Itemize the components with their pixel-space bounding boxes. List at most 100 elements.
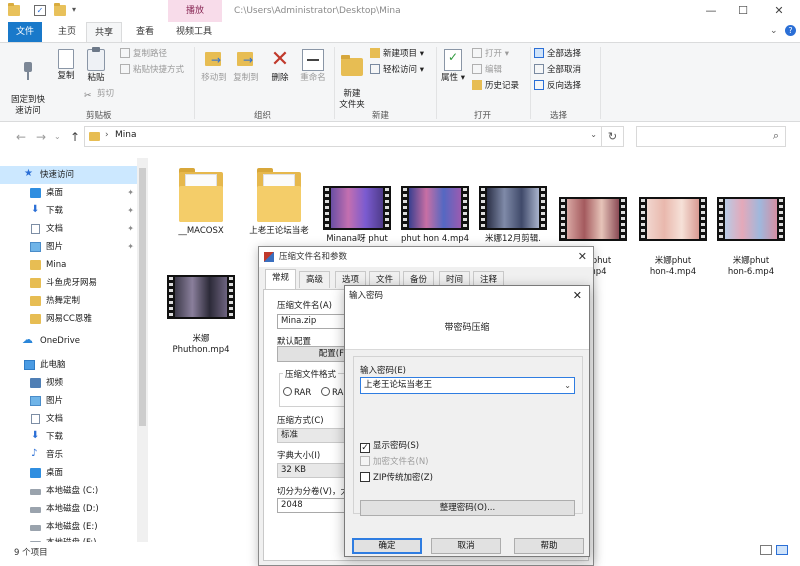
chevron-down-icon[interactable]: ⌄ — [564, 378, 571, 393]
star-icon: ★ — [24, 168, 33, 179]
nav-downloads[interactable]: ⬇ 下载 ✦ — [0, 202, 148, 220]
nav-this-pc[interactable]: 此电脑 — [0, 356, 148, 374]
context-tab-play[interactable]: 播放 — [168, 0, 222, 22]
file-item[interactable]: __MACOSX — [164, 160, 238, 237]
recent-dropdown-icon[interactable]: ⌄ — [54, 132, 61, 141]
zip-legacy-encryption-checkbox[interactable]: ZIP传统加密(Z) — [360, 471, 433, 483]
edit-button[interactable]: 编辑 — [472, 64, 502, 77]
nav-netease-cc[interactable]: 网易CC恩雅 — [0, 310, 148, 328]
nav-scrollbar-thumb[interactable] — [139, 168, 146, 426]
breadcrumb[interactable]: Mina — [115, 130, 137, 140]
rename-button[interactable]: 重命名 — [296, 49, 330, 84]
password-input[interactable]: 上老王论坛当老王 ⌄ — [360, 377, 575, 394]
nav-videos[interactable]: 视频 — [0, 374, 148, 392]
easy-access-button[interactable]: 轻松访问 ▾ — [370, 64, 424, 77]
minimize-button[interactable]: — — [696, 0, 726, 22]
ok-button[interactable]: 确定 — [352, 538, 422, 554]
nav-music[interactable]: ♪ 音乐 — [0, 446, 148, 464]
file-item[interactable]: phut hon 4.mp4 — [398, 174, 472, 245]
nav-pc-downloads[interactable]: ⬇ 下载 — [0, 428, 148, 446]
copy-to-button[interactable]: 复制到 — [230, 49, 262, 84]
compression-method-select[interactable]: 标准 — [277, 428, 347, 443]
profiles-button[interactable]: 配置(F — [277, 346, 347, 362]
encrypt-filenames-checkbox[interactable]: 加密文件名(N) — [360, 455, 429, 467]
search-input[interactable]: ⌕ — [636, 126, 786, 147]
cut-button[interactable]: ✂ 剪切 — [84, 88, 114, 101]
address-bar[interactable]: › Mina ⌄ — [84, 126, 602, 147]
close-button[interactable]: ✕ — [764, 0, 794, 22]
tab-view[interactable]: 查看 — [128, 22, 162, 42]
tab-home[interactable]: 主页 — [50, 22, 84, 42]
help-button[interactable]: 帮助 — [514, 538, 584, 554]
file-item[interactable]: 米娜 Phuthon.mp4 — [164, 252, 238, 367]
up-button[interactable]: ↑ — [70, 130, 80, 144]
group-separator — [334, 47, 335, 119]
tab-general[interactable]: 常规 — [265, 269, 297, 289]
open-button[interactable]: 打开 ▾ — [472, 48, 509, 61]
address-dropdown-icon[interactable]: ⌄ — [590, 130, 597, 139]
nav-douyu[interactable]: 斗鱼虎牙网易 — [0, 274, 148, 292]
delete-button[interactable]: ✕ 删除 — [266, 49, 294, 84]
tab-video-tools[interactable]: 视频工具 — [168, 22, 220, 42]
file-name: 上老王论坛当老 — [249, 226, 309, 236]
nav-drive-f[interactable]: 本地磁盘 (F:) — [0, 534, 148, 542]
details-view-icon[interactable] — [760, 545, 772, 555]
nav-pc-pictures[interactable]: 图片 — [0, 392, 148, 410]
password-close-button[interactable]: ✕ — [573, 286, 582, 306]
nav-onedrive[interactable]: ☁ OneDrive — [0, 332, 148, 350]
file-item[interactable]: 上老王论坛当老 — [242, 160, 316, 237]
copy-button[interactable]: 复制 — [52, 49, 80, 82]
back-button[interactable]: ← — [16, 130, 26, 144]
invert-selection-button[interactable]: 反向选择 — [534, 80, 581, 93]
tab-advanced[interactable]: 高级 — [299, 271, 331, 288]
new-folder-quick-icon[interactable] — [54, 3, 66, 16]
select-none-button[interactable]: 全部取消 — [534, 64, 581, 77]
nav-drive-d[interactable]: 本地磁盘 (D:) — [0, 500, 148, 518]
move-to-button[interactable]: 移动到 — [198, 49, 230, 84]
new-item-button[interactable]: 新建项目 ▾ — [370, 48, 424, 61]
nav-pc-desktop[interactable]: 桌面 — [0, 464, 148, 482]
nav-documents[interactable]: 文档 ✦ — [0, 220, 148, 238]
show-password-checkbox[interactable]: ✓ 显示密码(S) — [360, 439, 419, 453]
maximize-button[interactable]: ☐ — [728, 0, 758, 22]
dictionary-size-select[interactable]: 32 KB — [277, 463, 347, 478]
archive-dialog-title: 压缩文件名和参数 — [279, 252, 348, 262]
properties-quick-icon[interactable]: ✓ — [34, 5, 46, 16]
select-all-button[interactable]: 全部选择 — [534, 48, 581, 61]
tab-file[interactable]: 文件 — [8, 22, 43, 42]
checkbox-icon — [360, 472, 370, 482]
quick-access-dropdown-icon[interactable]: ▾ — [72, 5, 76, 14]
organize-passwords-button[interactable]: 整理密码(O)... — [360, 500, 575, 516]
file-item[interactable]: Minana呀 phut — [320, 174, 394, 245]
refresh-button[interactable]: ↻ — [602, 126, 624, 147]
file-item[interactable]: 米娜12月剪辑. — [476, 174, 550, 245]
new-folder-button[interactable]: 新建 文件夹 — [336, 47, 368, 111]
archive-name-input[interactable]: Mina.zip — [277, 314, 347, 329]
tab-share[interactable]: 共享 — [86, 22, 123, 43]
copy-path-button[interactable]: 复制路径 — [120, 48, 167, 61]
pictures-icon — [30, 396, 41, 406]
nav-quick-access[interactable]: ★ 快速访问 — [0, 166, 148, 184]
nav-pictures[interactable]: 图片 ✦ — [0, 238, 148, 256]
forward-button[interactable]: → — [36, 130, 46, 144]
properties-button[interactable]: 属性 ▾ — [440, 49, 466, 84]
file-item[interactable]: 米娜phut hon-6.mp4 — [714, 174, 788, 289]
nav-desktop[interactable]: 桌面 ✦ — [0, 184, 148, 202]
large-icons-view-icon[interactable] — [776, 545, 788, 555]
archive-close-button[interactable]: ✕ — [578, 247, 587, 267]
format-rar-radio[interactable]: RAR — [283, 387, 311, 398]
help-icon[interactable]: ? — [785, 25, 796, 36]
paste-button[interactable]: 粘贴 — [82, 47, 110, 84]
pin-quick-access-button[interactable]: 固定到快 速访问 — [6, 49, 50, 117]
file-item[interactable]: 米娜phut hon-4.mp4 — [636, 174, 710, 289]
ribbon-collapse-icon[interactable]: ⌄ — [770, 26, 778, 36]
nav-mina[interactable]: Mina — [0, 256, 148, 274]
nav-dance[interactable]: 热舞定制 — [0, 292, 148, 310]
split-volumes-input[interactable]: 2048 — [277, 498, 347, 513]
cancel-button[interactable]: 取消 — [431, 538, 501, 554]
history-button[interactable]: 历史记录 — [472, 80, 519, 93]
nav-drive-c[interactable]: 本地磁盘 (C:) — [0, 482, 148, 500]
paste-shortcut-button[interactable]: 粘贴快捷方式 — [120, 64, 184, 77]
file-name: 米娜 Phuthon.mp4 — [172, 334, 230, 355]
nav-pc-documents[interactable]: 文档 — [0, 410, 148, 428]
